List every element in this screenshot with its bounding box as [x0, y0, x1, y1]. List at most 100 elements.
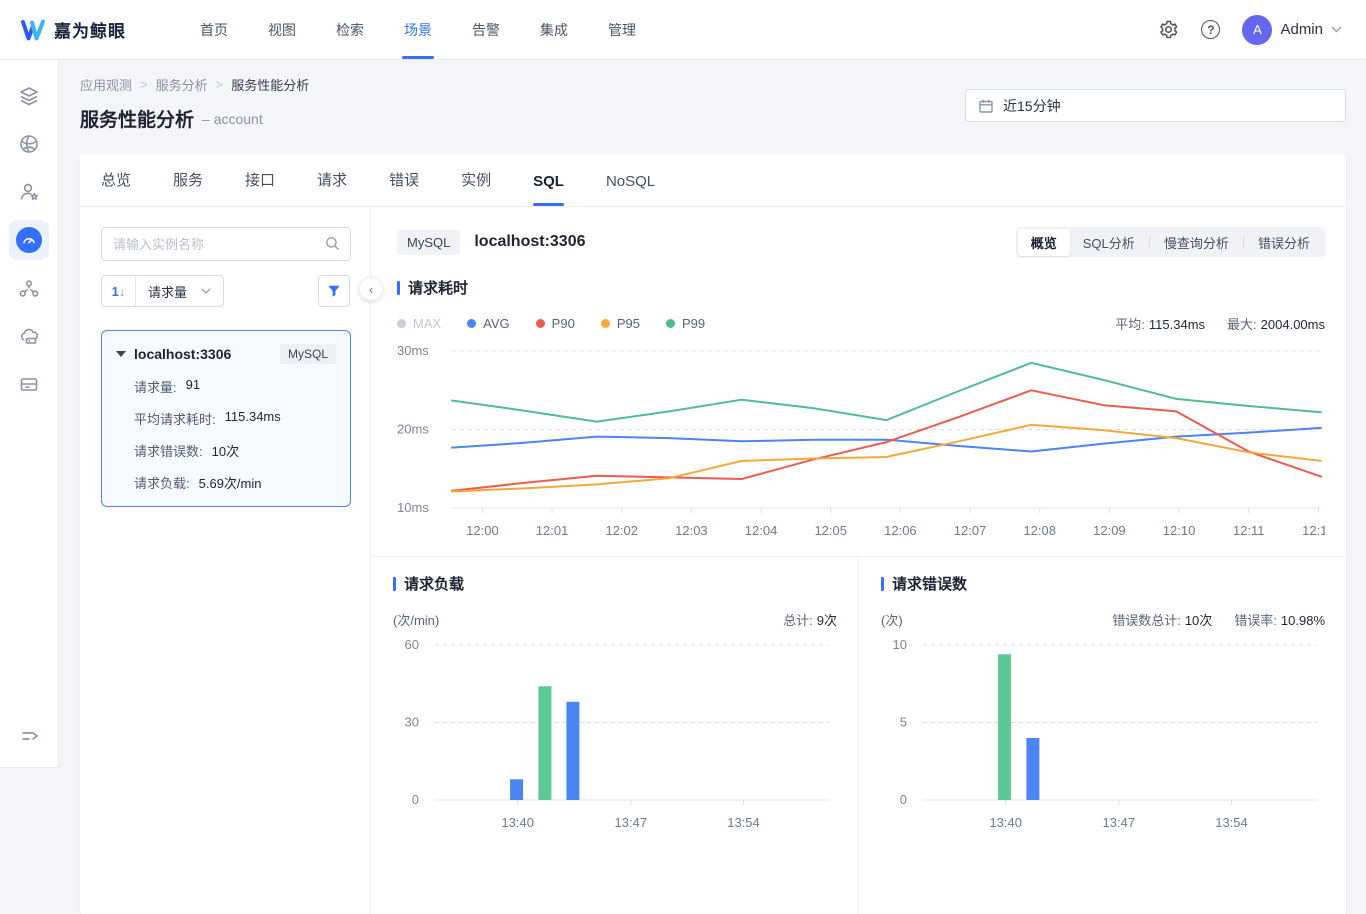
- svg-text:12:08: 12:08: [1023, 523, 1056, 538]
- sort-control: 1↓ 请求量: [101, 275, 224, 307]
- instance-list-panel: 1↓ 请求量: [80, 207, 371, 914]
- nav-item-admin[interactable]: 管理: [588, 0, 656, 59]
- brand-logo-icon: [20, 17, 46, 43]
- legend-item-p90[interactable]: P90: [536, 316, 575, 331]
- breadcrumb-separator: >: [216, 77, 224, 92]
- sidebar-item-topology[interactable]: [9, 268, 49, 308]
- main-menu: 首页 视图 检索 场景 告警 集成 管理: [180, 0, 656, 59]
- topology-icon: [18, 277, 40, 299]
- tab-services[interactable]: 服务: [173, 169, 203, 206]
- page-subtitle: – account: [202, 111, 263, 127]
- svg-text:12:04: 12:04: [745, 523, 778, 538]
- sidebar-item-user-experience[interactable]: [9, 172, 49, 212]
- avatar[interactable]: A: [1242, 15, 1272, 45]
- chevron-down-icon: [1331, 26, 1342, 33]
- svg-text:5: 5: [900, 715, 907, 730]
- metric-request-count: 请求量: 91: [134, 377, 336, 396]
- latency-section: 请求耗时 MAX AVG P90 P95 P99 平均:115.34ms 最大:…: [371, 257, 1346, 544]
- load-chart-title: 请求负载: [404, 573, 464, 594]
- legend-item-p99[interactable]: P99: [666, 316, 705, 331]
- request-errors-section: 请求错误数 (次) 错误数总计:10次 错误率:10.98% 105013:40…: [858, 557, 1346, 914]
- entity-tabs: 总览 服务 接口 请求 错误 实例 SQL NoSQL: [80, 154, 1346, 207]
- breadcrumb-separator: >: [140, 77, 148, 92]
- instance-name: localhost:3306: [134, 346, 231, 362]
- view-tab-sql-analysis[interactable]: SQL分析: [1070, 229, 1148, 256]
- sidebar-item-layers[interactable]: [9, 76, 49, 116]
- brand: 嘉为鲸眼: [0, 17, 180, 43]
- latency-line-chart: 30ms20ms10ms12:0012:0112:0212:0312:0412:…: [397, 339, 1325, 544]
- time-range-picker[interactable]: 近15分钟: [965, 89, 1346, 122]
- sort-direction-icon[interactable]: 1↓: [102, 276, 136, 306]
- latency-legend: MAX AVG P90 P95 P99: [397, 316, 705, 331]
- sidebar-item-hosts[interactable]: [9, 364, 49, 404]
- nav-item-alerts[interactable]: 告警: [452, 0, 520, 59]
- latency-stats: 平均:115.34ms 最大:2004.00ms: [1115, 314, 1325, 333]
- sidebar-item-apm-dashboard[interactable]: [9, 220, 49, 260]
- svg-text:0: 0: [412, 792, 419, 807]
- view-tab-slow-query[interactable]: 慢查询分析: [1151, 229, 1242, 256]
- svg-text:12:11: 12:11: [1233, 523, 1265, 538]
- legend-item-p95[interactable]: P95: [601, 316, 640, 331]
- analysis-card: 总览 服务 接口 请求 错误 实例 SQL NoSQL 1↓: [80, 154, 1346, 914]
- tab-overview[interactable]: 总览: [101, 169, 131, 206]
- view-tab-overview[interactable]: 概览: [1018, 229, 1070, 256]
- svg-text:13:47: 13:47: [615, 815, 648, 830]
- funnel-icon: [327, 284, 341, 298]
- tab-instances[interactable]: 实例: [461, 169, 491, 206]
- nav-item-home[interactable]: 首页: [180, 0, 248, 59]
- instance-search-input[interactable]: [101, 227, 351, 261]
- sidebar-item-cloud[interactable]: [9, 316, 49, 356]
- instance-card-localhost-3306[interactable]: localhost:3306 MySQL 请求量: 91 平均请求耗时: 115…: [101, 330, 351, 507]
- legend-item-max[interactable]: MAX: [397, 316, 441, 331]
- request-errors-bar-chart: 105013:4013:4713:54: [881, 633, 1325, 833]
- sidebar-collapse-button[interactable]: [0, 725, 59, 747]
- load-unit-label: (次/min): [393, 610, 439, 629]
- breadcrumb-service-analysis[interactable]: 服务分析: [156, 75, 208, 94]
- tab-requests[interactable]: 请求: [317, 169, 347, 206]
- metric-request-load: 请求负载: 5.69次/min: [134, 473, 336, 492]
- chevron-down-icon: [201, 288, 211, 294]
- svg-text:20ms: 20ms: [397, 422, 429, 437]
- request-load-section: 请求负载 (次/min) 总计:9次 6030013:4013:4713:54: [371, 557, 858, 914]
- svg-text:12:05: 12:05: [814, 523, 847, 538]
- user-name: Admin: [1280, 21, 1323, 38]
- tab-sql[interactable]: SQL: [533, 173, 564, 206]
- caret-down-icon[interactable]: [116, 351, 126, 357]
- nav-item-views[interactable]: 视图: [248, 0, 316, 59]
- svg-text:12:10: 12:10: [1163, 523, 1196, 538]
- search-icon[interactable]: [325, 236, 340, 251]
- sidebar-item-globe[interactable]: [9, 124, 49, 164]
- nav-item-integrations[interactable]: 集成: [520, 0, 588, 59]
- svg-text:10ms: 10ms: [397, 500, 429, 515]
- svg-text:13:54: 13:54: [727, 815, 760, 830]
- errors-stats: 错误数总计:10次 错误率:10.98%: [1112, 610, 1325, 629]
- breadcrumb-app-observe[interactable]: 应用观测: [80, 75, 132, 94]
- layers-icon: [18, 85, 40, 107]
- tab-nosql[interactable]: NoSQL: [606, 173, 655, 206]
- svg-text:13:40: 13:40: [989, 815, 1022, 830]
- tab-errors[interactable]: 错误: [389, 169, 419, 206]
- nav-item-scenes[interactable]: 场景: [384, 0, 452, 59]
- settings-gear-icon[interactable]: [1158, 19, 1179, 40]
- view-tab-error-analysis[interactable]: 错误分析: [1245, 229, 1323, 256]
- sort-field-select[interactable]: 请求量: [136, 282, 223, 301]
- svg-text:12:09: 12:09: [1093, 523, 1126, 538]
- section-accent-bar: [881, 577, 884, 591]
- brand-name: 嘉为鲸眼: [54, 17, 126, 42]
- svg-text:30ms: 30ms: [397, 343, 429, 358]
- nav-item-search[interactable]: 检索: [316, 0, 384, 59]
- request-load-bar-chart: 6030013:4013:4713:54: [393, 633, 837, 833]
- section-accent-bar: [393, 577, 396, 591]
- svg-text:12:01: 12:01: [536, 523, 569, 538]
- filter-button[interactable]: [318, 275, 350, 307]
- tab-endpoints[interactable]: 接口: [245, 169, 275, 206]
- svg-text:12:02: 12:02: [605, 523, 638, 538]
- cloud-host-icon: [18, 325, 40, 347]
- user-menu[interactable]: A Admin: [1242, 15, 1342, 45]
- legend-item-avg[interactable]: AVG: [467, 316, 510, 331]
- help-icon[interactable]: ?: [1201, 20, 1220, 39]
- latency-chart-title: 请求耗时: [408, 277, 468, 298]
- svg-text:12:06: 12:06: [884, 523, 917, 538]
- time-range-value: 近15分钟: [1003, 96, 1061, 116]
- panel-collapse-button[interactable]: ‹: [359, 277, 383, 301]
